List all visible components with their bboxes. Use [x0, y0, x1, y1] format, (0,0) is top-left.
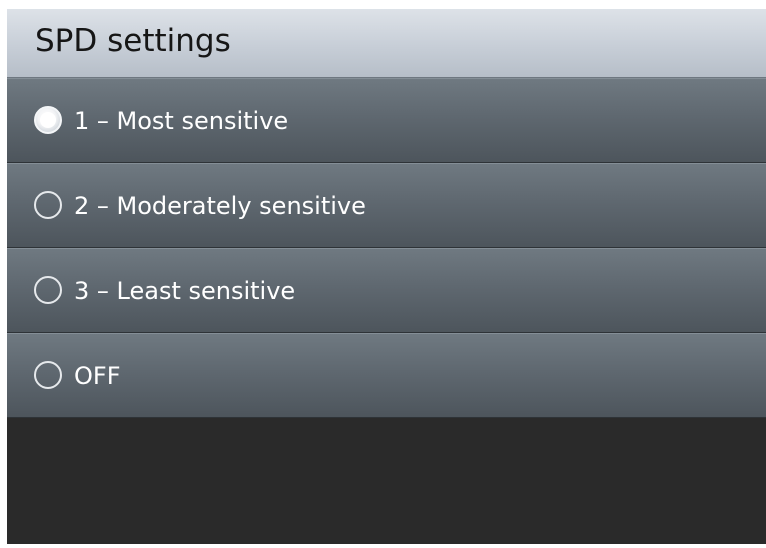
page-title: SPD settings: [35, 23, 231, 59]
spd-settings-screen: SPD settings 1 – Most sensitive 2 – Mode…: [7, 9, 766, 544]
option-label: 1 – Most sensitive: [74, 107, 289, 135]
option-list: 1 – Most sensitive 2 – Moderately sensit…: [7, 78, 766, 418]
empty-area: [7, 418, 766, 544]
option-label: 3 – Least sensitive: [74, 277, 296, 305]
option-label: OFF: [74, 362, 121, 390]
option-row-most-sensitive[interactable]: 1 – Most sensitive: [7, 78, 766, 163]
option-row-least-sensitive[interactable]: 3 – Least sensitive: [7, 248, 766, 333]
radio-unselected-icon[interactable]: [34, 276, 62, 304]
radio-unselected-icon[interactable]: [34, 361, 62, 389]
radio-selected-icon[interactable]: [34, 106, 62, 134]
radio-unselected-icon[interactable]: [34, 191, 62, 219]
option-row-moderately-sensitive[interactable]: 2 – Moderately sensitive: [7, 163, 766, 248]
option-label: 2 – Moderately sensitive: [74, 192, 366, 220]
option-row-off[interactable]: OFF: [7, 333, 766, 418]
header-bar: SPD settings: [7, 9, 766, 78]
radio-dot: [40, 112, 56, 128]
